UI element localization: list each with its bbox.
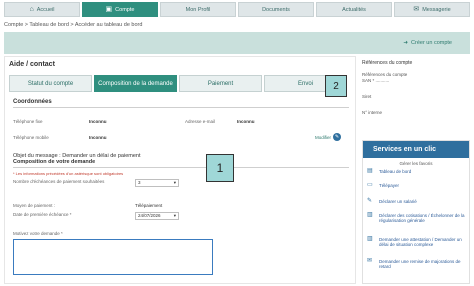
service-item[interactable]: ✎ Déclarer un salarié (367, 198, 467, 204)
main-panel: Aide / contact Statut du compte Composit… (4, 56, 356, 284)
payment-value: Télépaiement (135, 203, 163, 208)
email-label: Adresse e-mail (185, 119, 216, 124)
divider (13, 167, 349, 168)
phone-mobile-label: Téléphone mobile (13, 135, 49, 140)
request-label: Motivez votre demande * (13, 231, 63, 236)
pen-icon: ✎ (367, 198, 373, 204)
mail-icon: ✉ (367, 258, 373, 264)
annotation-badge-1: 1 (206, 154, 234, 182)
account-icon: ▣ (105, 6, 113, 13)
mail-icon: ✉ (413, 6, 420, 13)
arrow-icon: ➜ (403, 40, 409, 46)
service-item[interactable]: ▥ Déclarer des cotisations / Échelonner d… (367, 212, 467, 223)
tab-accueil[interactable]: ⌂ Accueil (4, 2, 80, 17)
breadcrumb: Compte > Tableau de bord > Accéder au ta… (4, 22, 143, 28)
banner: ➜ Créer un compte (4, 32, 470, 54)
tab-messagerie[interactable]: ✉ Messagerie (394, 2, 470, 17)
dashboard-icon: ▤ (367, 168, 373, 174)
services-title: Services en un clic (363, 141, 469, 158)
coords-title: Coordonnées (13, 99, 52, 105)
payment-label: Moyen de paiement : (13, 203, 56, 208)
annotation-badge-2: 2 (325, 75, 347, 97)
step-progress: Statut du compte Composition de la deman… (9, 75, 349, 92)
phone-fixed-value: Inconnu (89, 119, 107, 124)
tab-documents[interactable]: Documents (238, 2, 314, 17)
divider (13, 107, 349, 108)
calendar-icon: ▾ (173, 213, 176, 218)
installments-label: Nombre d'échéances de paiement souhaitée… (13, 179, 105, 184)
email-value: Inconnu (237, 119, 255, 124)
card-icon: ▭ (367, 182, 373, 188)
required-note: * Les informations précédées d'un astéri… (13, 171, 124, 176)
tab-compte[interactable]: ▣ Compte (82, 2, 158, 17)
service-item[interactable]: ▭ Télépayer (367, 182, 467, 188)
phone-fixed-label: Téléphone fixe (13, 119, 43, 124)
service-item[interactable]: ▥ Demander une attestation / Demander un … (367, 236, 467, 247)
step-paiement[interactable]: Paiement (179, 75, 262, 92)
message-subject: Objet du message : Demander un délai de … (13, 153, 141, 165)
modify-link[interactable]: Modifier ✎ (315, 133, 342, 141)
service-item[interactable]: ▤ Tableau de bord (367, 168, 467, 174)
page-title: Aide / contact (9, 61, 55, 68)
ref-box: Références du compte SAN * ........... S… (362, 72, 408, 115)
chevron-down-icon: ▾ (173, 180, 176, 185)
request-textarea[interactable] (13, 239, 213, 275)
ref-head: Références du compte (362, 60, 413, 66)
right-panel: Références du compte Références du compt… (362, 56, 470, 284)
installments-select[interactable]: 3 ▾ (135, 179, 179, 187)
doc-icon: ▥ (367, 212, 373, 218)
home-icon: ⌂ (29, 6, 34, 13)
first-date-label: Date de première échéance * (13, 212, 72, 217)
phone-mobile-value: Inconnu (89, 135, 107, 140)
doc-icon: ▥ (367, 236, 373, 242)
step-statut[interactable]: Statut du compte (9, 75, 92, 92)
service-item[interactable]: ✉ Demander une remise de majorations de r… (367, 258, 467, 269)
first-date-select[interactable]: 24/07/2026 ▾ (135, 212, 179, 220)
create-account-link[interactable]: ➜ Créer un compte (403, 40, 452, 46)
tab-actualites[interactable]: Actualités (316, 2, 392, 17)
manage-favorites-link[interactable]: Gérer les favoris (363, 161, 469, 166)
pen-icon: ✎ (333, 133, 342, 141)
services-panel: Services en un clic Gérer les favoris ▤ T… (362, 140, 470, 284)
step-composition[interactable]: Composition de la demande (94, 75, 177, 92)
tab-mon-profil[interactable]: Mon Profil (160, 2, 236, 17)
top-nav: ⌂ Accueil ▣ Compte Mon Profil Documents Ac… (0, 0, 474, 19)
